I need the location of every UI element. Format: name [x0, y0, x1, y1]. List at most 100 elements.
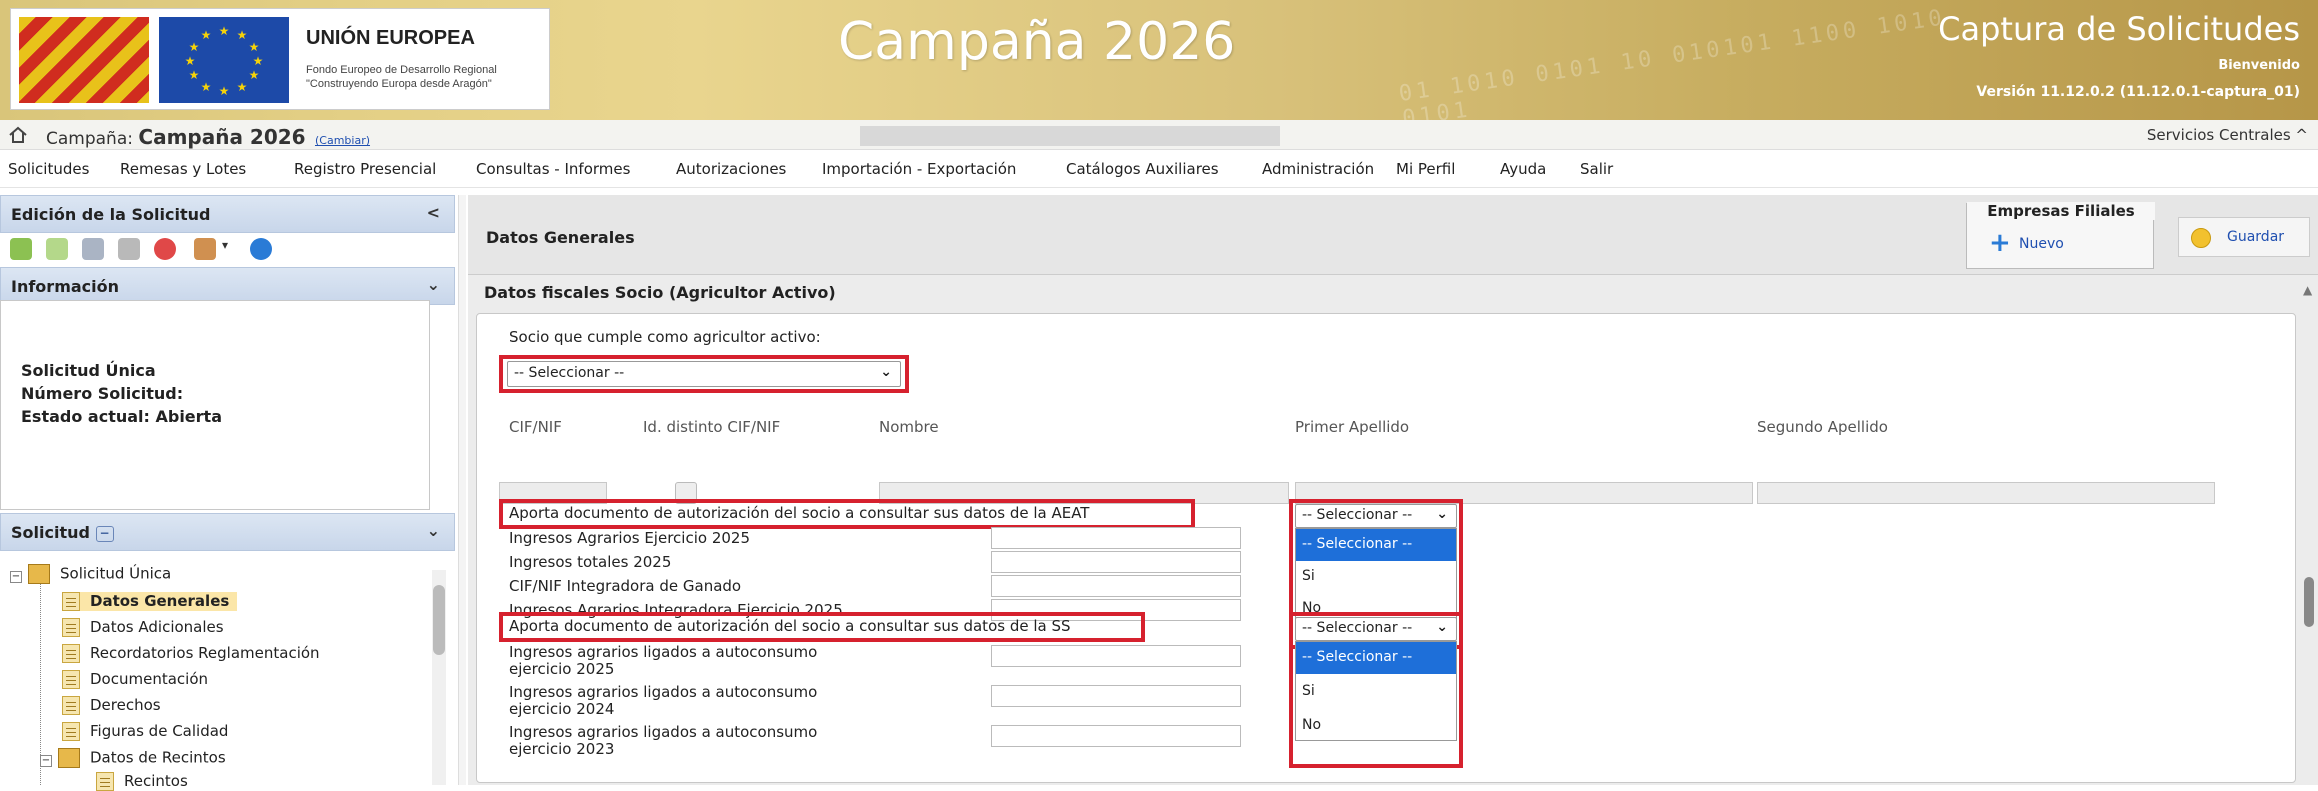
ss-option-seleccionar[interactable]: -- Seleccionar --: [1296, 642, 1456, 674]
chevron-down-icon: ⌄: [880, 364, 892, 380]
aeat-option-si[interactable]: Si: [1296, 561, 1456, 593]
autoconsumo-2024-label: Ingresos agrarios ligados a autoconsumo …: [509, 684, 817, 718]
version-text: Versión 11.12.0.2 (11.12.0.1-captura_01): [1976, 84, 2300, 100]
ss-options-list: -- Seleccionar -- Si No: [1295, 641, 1457, 741]
nuevo-button[interactable]: + Nuevo: [1989, 230, 2064, 256]
col-id-distinto: Id. distinto CIF/NIF: [643, 418, 781, 436]
campaign-bar-placeholder: [860, 126, 1280, 146]
tree-item-documentacion[interactable]: Documentación: [62, 670, 208, 689]
tree-item-recintos[interactable]: Recintos: [96, 772, 188, 791]
ss-option-si[interactable]: Si: [1296, 676, 1456, 708]
plus-icon: +: [1989, 228, 2011, 258]
collapse-left-icon[interactable]: <: [427, 203, 440, 222]
autoconsumo-2024-input[interactable]: [991, 685, 1241, 707]
edicion-header: Edición de la Solicitud <: [0, 195, 455, 233]
servicios-centrales-toggle[interactable]: Servicios Centrales ^: [2147, 126, 2308, 144]
main-scroll-thumb[interactable]: [2304, 577, 2314, 627]
menu-mi-perfil[interactable]: Mi Perfil: [1396, 160, 1455, 178]
header-banner: 01 1010 0101 10 010101 1100 1010 0101 ★ …: [0, 0, 2318, 120]
empresas-filiales-title: Empresas Filiales: [1967, 202, 2155, 220]
tree-item-datos-recintos[interactable]: − Datos de Recintos: [40, 748, 226, 768]
autoconsumo-2025-input[interactable]: [991, 645, 1241, 667]
menu-salir[interactable]: Salir: [1580, 160, 1613, 178]
tree-item-derechos[interactable]: Derechos: [62, 696, 161, 715]
autoconsumo-2024-line-2: ejercicio 2024: [509, 700, 615, 718]
menu-solicitudes[interactable]: Solicitudes: [8, 160, 89, 178]
menu-ayuda[interactable]: Ayuda: [1500, 160, 1546, 178]
menu-catalogos-auxiliares[interactable]: Catálogos Auxiliares: [1066, 160, 1219, 178]
menu-importacion-exportacion[interactable]: Importación - Exportación: [822, 160, 1016, 178]
info-estado-actual: Estado actual: Abierta: [21, 407, 222, 426]
chevron-down-icon[interactable]: ⌄: [427, 521, 440, 540]
tree-scroll-thumb[interactable]: [433, 585, 445, 655]
col-segundo-apellido: Segundo Apellido: [1757, 418, 1888, 436]
campaign-bar: Campaña: Campaña 2026 (Cambiar) Servicio…: [0, 120, 2318, 150]
info-icon[interactable]: [250, 238, 272, 260]
main-scrollbar[interactable]: ▲: [2300, 275, 2318, 785]
segundo-apellido-input[interactable]: [1757, 482, 2215, 504]
campaign-label-text: Campaña:: [46, 129, 133, 149]
home-icon[interactable]: [8, 125, 28, 145]
aeat-option-seleccionar[interactable]: -- Seleccionar --: [1296, 529, 1456, 561]
svg-text:★: ★: [219, 24, 230, 38]
guardar-label: Guardar: [2227, 229, 2285, 245]
eu-sub-line-2: "Construyendo Europa desde Aragón": [306, 78, 492, 90]
left-sidebar: Edición de la Solicitud < ▾ Información: [0, 195, 455, 791]
user-icon[interactable]: [194, 238, 216, 260]
tree-item-datos-adicionales[interactable]: Datos Adicionales: [62, 618, 224, 637]
autoconsumo-2025-line-2: ejercicio 2025: [509, 660, 615, 678]
nuevo-label: Nuevo: [2019, 236, 2064, 252]
welcome-text: Bienvenido: [2218, 58, 2300, 73]
autoconsumo-2023-input[interactable]: [991, 725, 1241, 747]
ss-select[interactable]: -- Seleccionar -- ⌄: [1295, 617, 1457, 641]
main-header: Datos Generales Empresas Filiales + Nuev…: [468, 195, 2318, 275]
print-icon[interactable]: [118, 238, 140, 260]
chevron-down-icon: ⌄: [1436, 619, 1448, 635]
cif-integradora-input[interactable]: [991, 575, 1241, 597]
tree-item-datos-generales[interactable]: Datos Generales: [62, 592, 238, 611]
tree-collapse-icon[interactable]: −: [40, 754, 52, 767]
socio-label: Socio que cumple como agricultor activo:: [509, 328, 821, 346]
col-cif-nif: CIF/NIF: [509, 418, 562, 436]
menu-remesas-lotes[interactable]: Remesas y Lotes: [120, 160, 246, 178]
autoconsumo-2024-line-1: Ingresos agrarios ligados a autoconsumo: [509, 683, 818, 701]
tree-root[interactable]: − Solicitud Única: [10, 564, 171, 584]
binoculars-icon[interactable]: [82, 238, 104, 260]
ingresos-agrarios-2025-input[interactable]: [991, 527, 1241, 549]
info-solicitud-tipo: Solicitud Única: [21, 361, 156, 380]
ss-option-no[interactable]: No: [1296, 710, 1456, 742]
document-icon: [62, 696, 80, 715]
tree-collapse-icon[interactable]: −: [10, 570, 22, 583]
validate-icon[interactable]: [10, 238, 32, 260]
cancel-icon[interactable]: [154, 238, 176, 260]
menu-autorizaciones[interactable]: Autorizaciones: [676, 160, 786, 178]
tree-item-recordatorios[interactable]: Recordatorios Reglamentación: [62, 644, 320, 663]
svg-text:★: ★: [185, 54, 196, 68]
edicion-title: Edición de la Solicitud: [11, 205, 211, 224]
svg-text:★: ★: [219, 84, 230, 98]
ingresos-totales-2025-input[interactable]: [991, 551, 1241, 573]
panel-splitter[interactable]: [458, 195, 466, 785]
change-campaign-link[interactable]: (Cambiar): [315, 134, 370, 147]
ingresos-agrarios-2025-label: Ingresos Agrarios Ejercicio 2025: [509, 529, 750, 547]
document-icon: [62, 670, 80, 689]
check-icon[interactable]: [46, 238, 68, 260]
user-dropdown-icon[interactable]: ▾: [222, 238, 234, 260]
socio-select-value: -- Seleccionar --: [514, 365, 625, 381]
eu-sub-line-1: Fondo Europeo de Desarrollo Regional: [306, 64, 497, 76]
collapse-tree-icon[interactable]: −: [95, 525, 114, 542]
socio-select[interactable]: -- Seleccionar -- ⌄: [507, 361, 901, 387]
solicitud-header[interactable]: Solicitud − ⌄: [0, 513, 455, 551]
aeat-select[interactable]: -- Seleccionar -- ⌄: [1295, 504, 1457, 528]
menu-consultas-informes[interactable]: Consultas - Informes: [476, 160, 630, 178]
ss-select-value: -- Seleccionar --: [1302, 620, 1413, 636]
main-content: Datos Generales Empresas Filiales + Nuev…: [468, 195, 2318, 785]
menu-administracion[interactable]: Administración: [1262, 160, 1374, 178]
chevron-down-icon[interactable]: ⌄: [427, 275, 440, 294]
col-nombre: Nombre: [879, 418, 939, 436]
menu-registro-presencial[interactable]: Registro Presencial: [294, 160, 436, 178]
tree-item-figuras-calidad[interactable]: Figuras de Calidad: [62, 722, 228, 741]
scroll-up-icon[interactable]: ▲: [2303, 283, 2312, 297]
autoconsumo-2023-line-1: Ingresos agrarios ligados a autoconsumo: [509, 723, 818, 741]
guardar-button[interactable]: Guardar: [2178, 217, 2310, 257]
